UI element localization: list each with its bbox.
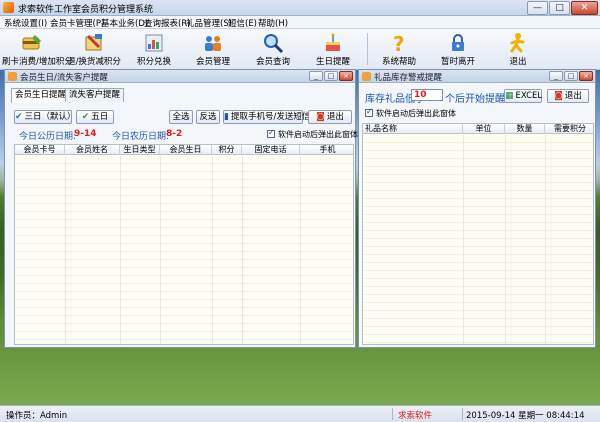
select-all-button[interactable]: 全选 xyxy=(169,110,193,124)
column-header[interactable]: 固定电话 xyxy=(242,145,300,155)
lunar-date-label: 今日农历日期: xyxy=(112,132,170,142)
close-button[interactable]: ✕ xyxy=(571,1,598,15)
datetime-status: 2015-09-14 星期一 08:44:14 xyxy=(466,411,585,421)
close-button[interactable]: × xyxy=(339,71,353,81)
return-goods-button[interactable]: 退/换货减积分 xyxy=(64,30,124,68)
checkbox-icon xyxy=(267,128,275,138)
exit-icon xyxy=(507,32,529,54)
lock-icon xyxy=(447,32,469,54)
exit-icon: ◙ xyxy=(316,112,325,122)
three-days-button[interactable]: ✔ 三日（默认） xyxy=(14,110,76,124)
column-header[interactable]: 数量 xyxy=(505,124,545,134)
low-stock-threshold-input[interactable]: 10 xyxy=(411,89,443,101)
menu-system-settings[interactable]: 系统设置(I) xyxy=(4,17,47,29)
members-button[interactable]: 会员管理 xyxy=(183,30,243,68)
temporary-leave-button[interactable]: 暂时离开 xyxy=(428,30,488,68)
exit-button[interactable]: ◙ 退出 xyxy=(308,110,352,124)
status-bar: 操作员：Admin 求索软件 2015-09-14 星期一 08:44:14 xyxy=(0,405,600,422)
column-header[interactable]: 需要积分 xyxy=(545,124,593,134)
minimize-button[interactable]: _ xyxy=(309,71,323,81)
low-stock-suffix: 个后开始提醒 xyxy=(445,94,505,105)
invert-selection-button[interactable]: 反选 xyxy=(196,110,220,124)
extract-phone-button[interactable]: ▮ 提取手机号/发送短信 xyxy=(223,110,310,124)
exit-button[interactable]: 退出 xyxy=(488,30,548,68)
birthday-reminder-button[interactable]: 生日提醒 xyxy=(303,30,363,68)
column-header[interactable]: 单位 xyxy=(463,124,505,134)
help-button[interactable]: ? 系统帮助 xyxy=(369,30,429,68)
birthday-reminder-window: 会员生日/流失客户提醒 _ □ × 会员生日提醒 流失客户提醒 ✔ 三日（默认） … xyxy=(4,69,358,348)
window-icon xyxy=(362,72,371,81)
svg-text:?: ? xyxy=(393,32,405,54)
member-search-button[interactable]: 会员查询 xyxy=(243,30,303,68)
app-logo-icon xyxy=(3,2,14,13)
table-header: 礼品名称 单位 数量 需要积分 xyxy=(363,124,593,134)
minimize-button[interactable]: — xyxy=(527,1,548,15)
solar-date-value: 9-14 xyxy=(74,129,97,139)
maximize-button[interactable]: □ xyxy=(564,71,578,81)
gift-stock-alert-window: 礼品库存警戒提醒 _ □ × 库存礼品低于 10 个后开始提醒 ▦ EXCEL ◙… xyxy=(358,69,596,348)
excel-export-button[interactable]: ▦ EXCEL xyxy=(504,89,542,103)
auto-popup-checkbox[interactable]: 软件启动后弹出此窗体 xyxy=(267,128,358,140)
menu-sms[interactable]: 短信(E) xyxy=(228,17,257,29)
column-header[interactable]: 手机 xyxy=(300,145,353,155)
column-header[interactable]: 生日类型 xyxy=(120,145,160,155)
checkmark-icon: ✔ xyxy=(81,112,90,122)
return-goods-icon xyxy=(83,32,105,54)
auto-popup-checkbox[interactable]: 软件启动后弹出此窗体 xyxy=(365,107,456,119)
checkbox-icon xyxy=(365,107,373,117)
table-body xyxy=(363,135,593,344)
menu-gift-management[interactable]: 礼品管理(S) xyxy=(186,17,232,29)
card-swipe-button[interactable]: 刷卡消费/增加积分 xyxy=(2,30,73,68)
five-days-button[interactable]: ✔ 五日 xyxy=(76,110,114,124)
maximize-button[interactable]: □ xyxy=(324,71,338,81)
card-swipe-icon xyxy=(21,32,43,54)
excel-icon: ▦ xyxy=(505,91,514,101)
minimize-button[interactable]: _ xyxy=(549,71,563,81)
company-status: 求索软件 xyxy=(398,411,433,421)
birthday-icon xyxy=(322,32,344,54)
column-header[interactable]: 礼品名称 xyxy=(363,124,463,134)
exit-button[interactable]: ◙ 退出 xyxy=(547,89,589,103)
solar-date-label: 今日公历日期: xyxy=(19,132,77,142)
members-icon xyxy=(202,32,224,54)
menu-card-management[interactable]: 会员卡管理(P) xyxy=(50,17,104,29)
menu-bar: 系统设置(I) 会员卡管理(P) 基本业务(D) 查询报表(R) 礼品管理(S)… xyxy=(0,16,600,29)
points-exchange-icon xyxy=(143,32,165,54)
column-header[interactable]: 会员姓名 xyxy=(65,145,120,155)
points-exchange-button[interactable]: 积分兑换 xyxy=(124,30,184,68)
tab-strip: 会员生日提醒 流失客户提醒 xyxy=(11,88,211,103)
window-title: 礼品库存警戒提醒 xyxy=(374,73,443,83)
window-title: 会员生日/流失客户提醒 xyxy=(20,73,108,83)
window-titlebar: 礼品库存警戒提醒 _ □ × xyxy=(359,70,595,83)
birthday-table[interactable]: 会员卡号 会员姓名 生日类型 会员生日 积分 固定电话 手机 xyxy=(14,144,354,345)
column-header[interactable]: 会员生日 xyxy=(160,145,212,155)
gift-stock-table[interactable]: 礼品名称 单位 数量 需要积分 xyxy=(362,123,594,345)
menu-reports[interactable]: 查询报表(R) xyxy=(144,17,191,29)
column-header[interactable]: 积分 xyxy=(212,145,242,155)
operator-status: 操作员：Admin xyxy=(6,411,68,421)
window-icon xyxy=(8,72,17,81)
toolbar: 刷卡消费/增加积分 退/换货减积分 积分兑换 会员管理 会员查询 生日提醒 ? xyxy=(0,29,600,70)
toolbar-separator xyxy=(367,33,368,65)
tab-birthday-reminder[interactable]: 会员生日提醒 xyxy=(11,88,71,103)
table-header: 会员卡号 会员姓名 生日类型 会员生日 积分 固定电话 手机 xyxy=(15,145,353,155)
lunar-date-value: 8-2 xyxy=(166,129,183,139)
window-title: 求索软件工作室会员积分管理系统 xyxy=(18,5,154,15)
column-header[interactable]: 会员卡号 xyxy=(15,145,65,155)
help-icon: ? xyxy=(388,32,410,56)
checkmark-icon: ✔ xyxy=(15,112,23,122)
window-titlebar: 会员生日/流失客户提醒 _ □ × xyxy=(5,70,355,83)
phone-icon: ▮ xyxy=(224,112,229,122)
menu-help[interactable]: 帮助(H) xyxy=(258,17,288,29)
menu-basic-business[interactable]: 基本业务(D) xyxy=(101,17,148,29)
exit-icon: ◙ xyxy=(554,91,563,101)
tab-lost-customer[interactable]: 流失客户提醒 xyxy=(65,88,125,102)
title-bar: 求索软件工作室会员积分管理系统 — □ ✕ xyxy=(0,0,600,16)
maximize-button[interactable]: □ xyxy=(549,1,570,15)
search-icon xyxy=(262,32,284,54)
close-button[interactable]: × xyxy=(579,71,593,81)
